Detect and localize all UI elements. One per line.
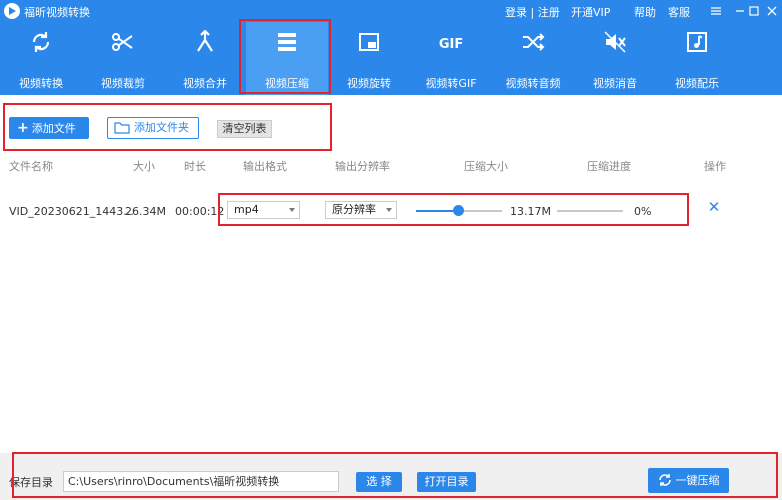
- tool-label: 视频转换: [19, 77, 63, 90]
- tool-label: 视频合并: [183, 77, 227, 90]
- tool-video-to-gif[interactable]: GIF 视频转GIF: [410, 22, 492, 95]
- header-output-format: 输出格式: [243, 160, 287, 173]
- tool-label: 视频旋转: [347, 77, 391, 90]
- delete-row-icon[interactable]: ✕: [706, 199, 722, 215]
- file-size-cell: 26.34M: [125, 205, 166, 218]
- file-name-cell: VID_20230621_1443...: [9, 205, 134, 218]
- rotate-icon: [359, 33, 379, 51]
- annotation-box-tool: [239, 19, 331, 94]
- annotation-box-bottom: [12, 452, 778, 498]
- tool-label: 视频转音频: [505, 77, 561, 90]
- tool-video-music[interactable]: 视频配乐: [656, 22, 738, 95]
- header-duration: 时长: [184, 160, 206, 173]
- gif-icon: GIF: [439, 37, 463, 52]
- top-bar: 福昕视频转换 登录 | 注册 开通VIP 帮助 客服 视频转换 视频裁剪 视频合…: [0, 0, 782, 95]
- header-output-resolution: 输出分辨率: [335, 160, 390, 173]
- app-logo-icon: [4, 3, 20, 19]
- support-link[interactable]: 客服: [668, 4, 690, 20]
- scissors-icon: [112, 33, 133, 51]
- login-register-link[interactable]: 登录 | 注册: [505, 4, 560, 20]
- tool-bar: 视频转换 视频裁剪 视频合并 视频压缩 视频旋转 GIF 视频转GIF 视频转音…: [0, 22, 782, 95]
- annotation-box-row-settings: [218, 193, 689, 226]
- header-compress-progress: 压缩进度: [587, 160, 631, 173]
- duration-cell: 00:00:12: [175, 205, 225, 218]
- header-compressed-size: 压缩大小: [464, 160, 508, 173]
- vip-link[interactable]: 开通VIP: [571, 4, 610, 20]
- tool-video-convert[interactable]: 视频转换: [0, 22, 82, 95]
- shuffle-icon: [523, 33, 545, 51]
- tool-video-crop[interactable]: 视频裁剪: [82, 22, 164, 95]
- mute-icon: [604, 31, 626, 53]
- merge-icon: [197, 30, 213, 52]
- settings-icon[interactable]: [706, 2, 726, 20]
- header-file-name: 文件名称: [9, 160, 53, 173]
- tool-video-merge[interactable]: 视频合并: [164, 22, 246, 95]
- tool-label: 视频配乐: [675, 77, 719, 90]
- maximize-icon[interactable]: [744, 2, 764, 20]
- tool-label: 视频转GIF: [425, 77, 477, 90]
- help-link[interactable]: 帮助: [634, 4, 656, 20]
- tool-video-rotate[interactable]: 视频旋转: [328, 22, 410, 95]
- gif-glyph: GIF: [439, 37, 463, 52]
- convert-icon: [32, 32, 50, 52]
- app-title: 福昕视频转换: [24, 6, 90, 19]
- tool-video-mute[interactable]: 视频消音: [574, 22, 656, 95]
- music-icon: [687, 32, 707, 52]
- title-bar: 福昕视频转换 登录 | 注册 开通VIP 帮助 客服: [0, 0, 782, 22]
- header-size: 大小: [133, 160, 155, 173]
- header-operation: 操作: [704, 160, 726, 173]
- tool-label: 视频裁剪: [101, 77, 145, 90]
- close-icon[interactable]: [762, 2, 782, 20]
- tool-label: 视频消音: [593, 77, 637, 90]
- tool-video-to-audio[interactable]: 视频转音频: [492, 22, 574, 95]
- annotation-box-actions: [3, 103, 332, 151]
